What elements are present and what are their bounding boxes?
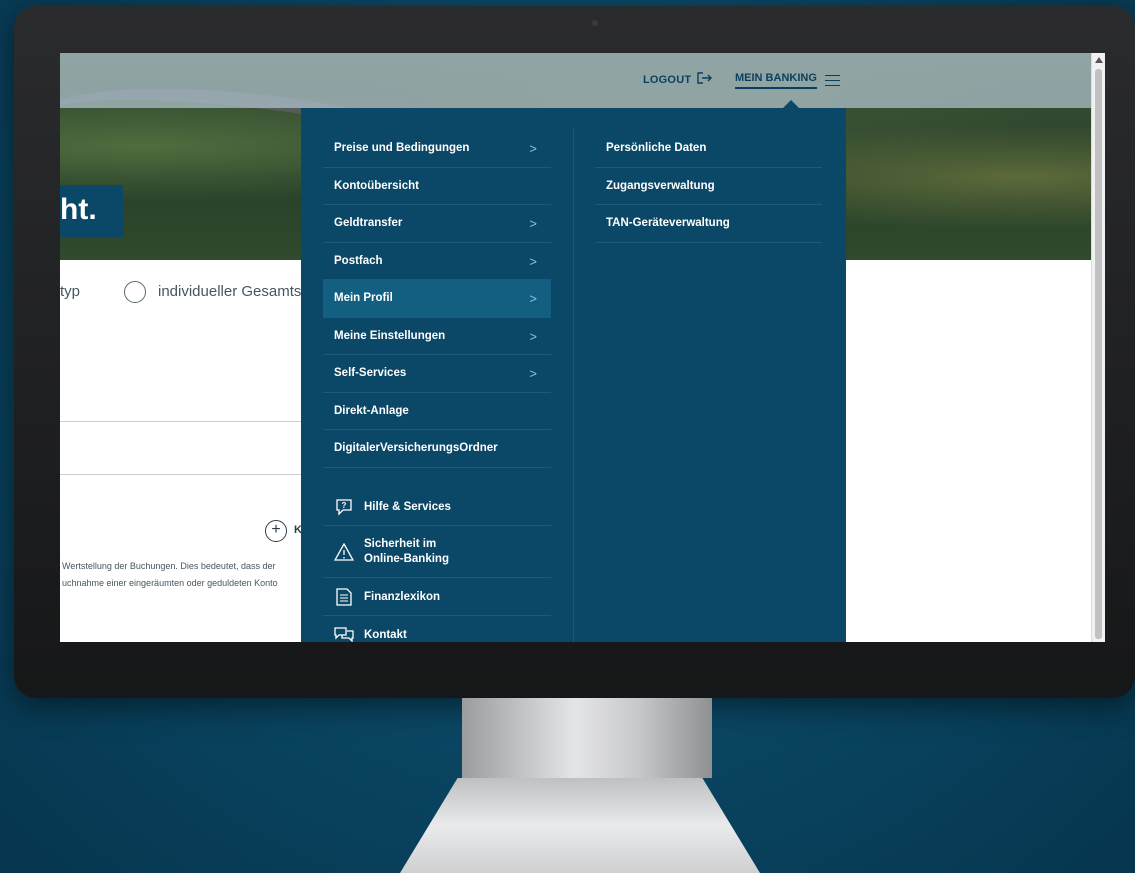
menu-item-label: Meine Einstellungen <box>334 329 446 342</box>
help-item-label: Kontakt <box>364 629 407 641</box>
info-note-line: Wertstellung der Buchungen. Dies bedeute… <box>62 561 276 571</box>
webcam <box>592 20 598 26</box>
mein-banking-label: MEIN BANKING <box>735 72 817 89</box>
document-icon <box>334 587 354 607</box>
chevron-right-icon: > <box>529 366 537 381</box>
hamburger-menu-icon <box>824 75 840 86</box>
individual-total-radio[interactable] <box>124 281 146 303</box>
submenu-item-label: TAN-Geräteverwaltung <box>606 217 730 230</box>
menu-item-label: Postfach <box>334 254 383 267</box>
logout-icon <box>697 72 713 87</box>
chevron-right-icon: > <box>529 291 537 306</box>
chevron-right-icon: > <box>529 253 537 269</box>
chevron-right-icon: > <box>529 141 537 156</box>
menu-item-label: DigitalerVersicherungsOrdner <box>334 442 498 455</box>
vertical-scrollbar[interactable] <box>1091 53 1105 642</box>
chevron-right-icon: > <box>529 328 537 344</box>
submenu-item-zugangsverwaltung[interactable]: Zugangsverwaltung <box>595 168 822 205</box>
help-item-sicherheit[interactable]: Sicherheit im Online-Banking <box>323 526 551 578</box>
main-menu-list: Preise und Bedingungen > Kontoübersicht … <box>323 130 551 468</box>
menu-item-geldtransfer[interactable]: Geldtransfer > <box>323 205 551 243</box>
monitor-stand-base <box>400 778 760 873</box>
menu-item-self-services[interactable]: Self-Services > <box>323 355 551 393</box>
browser-viewport: ht. LOGOUT MEIN BANKING typ individuelle… <box>60 53 1105 642</box>
svg-text:?: ? <box>342 501 347 510</box>
menu-item-label: Direkt-Anlage <box>334 404 409 417</box>
chevron-right-icon: > <box>529 216 537 231</box>
submenu-item-persoenliche-daten[interactable]: Persönliche Daten <box>595 130 822 168</box>
menu-item-mein-profil[interactable]: Mein Profil > <box>323 280 551 318</box>
info-note: Wertstellung der Buchungen. Dies bedeute… <box>62 558 278 592</box>
help-item-finanzlexikon[interactable]: Finanzlexikon <box>323 578 551 616</box>
menu-item-label: Preise und Bedingungen <box>334 142 470 155</box>
menu-item-postfach[interactable]: Postfach > <box>323 243 551 280</box>
scrollbar-thumb[interactable] <box>1095 69 1102 639</box>
menu-item-direkt-anlage[interactable]: Direkt-Anlage <box>323 393 551 430</box>
divider <box>60 474 320 475</box>
divider <box>60 421 320 422</box>
help-item-hilfe-services[interactable]: ? Hilfe & Services <box>323 488 551 526</box>
warning-icon <box>334 542 354 562</box>
help-item-kontakt[interactable]: Kontakt <box>323 616 551 642</box>
add-circle-icon[interactable]: + <box>265 520 287 542</box>
page-headline: ht. <box>60 193 97 226</box>
submenu-item-label: Zugangsverwaltung <box>606 179 715 192</box>
contact-icon <box>334 625 354 642</box>
menu-item-meine-einstellungen[interactable]: Meine Einstellungen > <box>323 318 551 355</box>
menu-item-label: Mein Profil <box>334 292 393 305</box>
scroll-up-arrow-icon[interactable] <box>1095 57 1103 63</box>
individual-total-label: individueller Gesamtsa <box>158 283 310 300</box>
menu-pointer-caret <box>783 100 799 108</box>
mein-banking-menu-toggle[interactable]: MEIN BANKING <box>735 72 840 89</box>
monitor-stand-neck <box>462 698 712 778</box>
help-chat-icon: ? <box>334 497 354 517</box>
logout-button[interactable]: LOGOUT <box>643 72 713 87</box>
menu-column-divider <box>573 128 574 642</box>
menu-item-label: Self-Services <box>334 367 407 380</box>
menu-item-kontouebersicht[interactable]: Kontoübersicht <box>323 168 551 205</box>
menu-item-label: Kontoübersicht <box>334 179 419 192</box>
menu-item-digitaler-versicherungsordner[interactable]: DigitalerVersicherungsOrdner <box>323 430 551 468</box>
submenu-item-label: Persönliche Daten <box>606 142 707 155</box>
submenu-item-tan-geraeteverwaltung[interactable]: TAN-Geräteverwaltung <box>595 205 822 243</box>
help-item-label-group: Sicherheit im Online-Banking <box>364 537 449 567</box>
profile-submenu-list: Persönliche Daten Zugangsverwaltung TAN-… <box>595 130 822 243</box>
mein-banking-mega-menu: Preise und Bedingungen > Kontoübersicht … <box>301 108 846 642</box>
logout-label: LOGOUT <box>643 73 692 86</box>
filter-typ-label: typ <box>60 283 81 300</box>
info-note-line: uchnahme einer eingeräumten oder gedulde… <box>62 578 278 588</box>
help-links-list: ? Hilfe & Services Sicherheit im Online-… <box>323 488 551 642</box>
top-navigation-bar: LOGOUT MEIN BANKING <box>60 53 1105 108</box>
help-item-label: Sicherheit im <box>364 537 437 550</box>
menu-item-preise-und-bedingungen[interactable]: Preise und Bedingungen > <box>323 130 551 168</box>
help-item-label: Hilfe & Services <box>364 500 451 513</box>
menu-item-label: Geldtransfer <box>334 217 403 230</box>
help-item-label: Finanzlexikon <box>364 590 441 603</box>
help-item-label: Online-Banking <box>364 552 449 565</box>
